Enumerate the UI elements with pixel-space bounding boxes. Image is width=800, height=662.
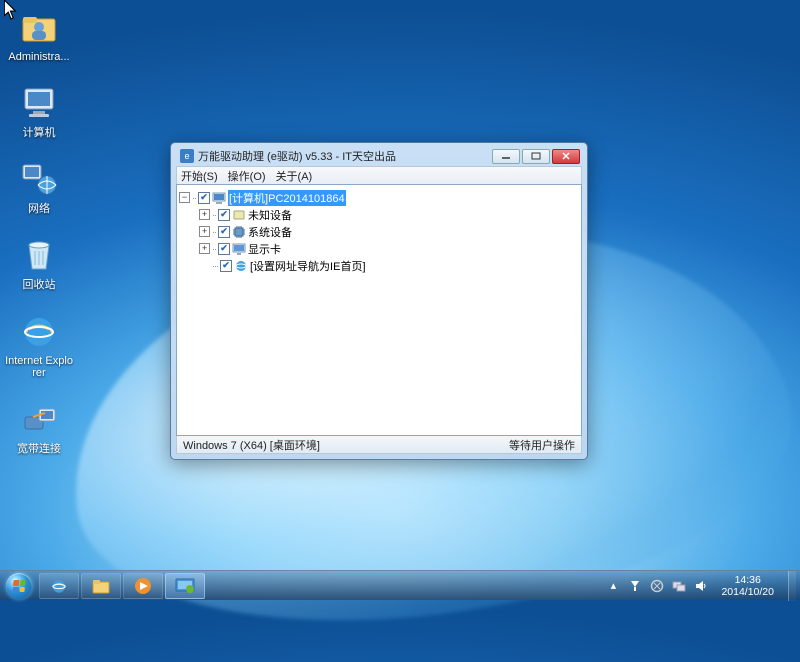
icon-label: 计算机 (2, 127, 76, 139)
tray-app-icon[interactable] (649, 578, 665, 594)
system-tray[interactable]: ▴ 14:36 2014/10/20 (601, 571, 800, 600)
clock-time: 14:36 (721, 574, 774, 586)
window-title: 万能驱动助理 (e驱动) v5.33 - IT天空出品 (198, 148, 488, 164)
chip-icon (232, 225, 246, 239)
taskbar-app-driver[interactable] (165, 573, 205, 599)
node-label[interactable]: 未知设备 (248, 207, 292, 223)
expand-toggle[interactable]: + (199, 243, 210, 254)
node-label[interactable]: 系统设备 (248, 224, 292, 240)
checkbox[interactable] (220, 260, 232, 272)
desktop-icon-broadband[interactable]: 宽带连接 (2, 398, 76, 455)
checkbox[interactable] (218, 243, 230, 255)
ie-small-icon (234, 259, 248, 273)
tray-action-center-icon[interactable] (627, 578, 643, 594)
network-icon (18, 158, 60, 200)
icon-label: Administra... (2, 51, 76, 63)
mouse-cursor (4, 0, 18, 20)
taskbar-pin-explorer[interactable] (81, 573, 121, 599)
checkbox[interactable] (218, 209, 230, 221)
desktop-icon-network[interactable]: 网络 (2, 158, 76, 215)
menu-about[interactable]: 关于(A) (276, 168, 313, 184)
broadband-icon (18, 398, 60, 440)
taskbar[interactable]: ▴ 14:36 2014/10/20 (0, 570, 800, 600)
desktop-icon-ie[interactable]: Internet Explorer (2, 310, 76, 379)
tray-show-hidden-icon[interactable]: ▴ (605, 578, 621, 594)
computer-small-icon (212, 191, 226, 205)
node-label[interactable]: [设置网址导航为IE首页] (250, 258, 366, 274)
clock-date: 2014/10/20 (721, 586, 774, 598)
recycle-bin-icon (18, 234, 60, 276)
expand-toggle[interactable]: + (199, 226, 210, 237)
app-window[interactable]: e 万能驱动助理 (e驱动) v5.33 - IT天空出品 开始(S) 操作(O… (170, 142, 588, 460)
checkbox[interactable] (218, 226, 230, 238)
computer-icon (18, 82, 60, 124)
titlebar[interactable]: e 万能驱动助理 (e驱动) v5.33 - IT天空出品 (176, 148, 582, 166)
taskbar-pin-mediaplayer[interactable] (123, 573, 163, 599)
ie-icon (18, 310, 60, 352)
icon-label: 宽带连接 (2, 443, 76, 455)
desktop-icon-recycle-bin[interactable]: 回收站 (2, 234, 76, 291)
tree-node-system[interactable]: +·· 系统设备 (179, 223, 579, 240)
tray-volume-icon[interactable] (693, 578, 709, 594)
status-left: Windows 7 (X64) [桌面环境] (183, 437, 320, 453)
tree-node-display[interactable]: +·· 显示卡 (179, 240, 579, 257)
tree-node-root[interactable]: −·· [计算机]PC2014101864 (179, 189, 579, 206)
minimize-button[interactable] (492, 149, 520, 164)
expand-toggle[interactable]: + (199, 209, 210, 220)
icon-label: 回收站 (2, 279, 76, 291)
user-folder-icon (18, 6, 60, 48)
tree-node-unknown[interactable]: +·· 未知设备 (179, 206, 579, 223)
tree-view[interactable]: −·· [计算机]PC2014101864 +·· 未知设备 +·· 系统设备 … (176, 184, 582, 436)
tree-node-homepage[interactable]: ··· [设置网址导航为IE首页] (179, 257, 579, 274)
collapse-toggle[interactable]: − (179, 192, 190, 203)
start-button[interactable] (0, 571, 38, 601)
start-orb-icon (6, 573, 32, 599)
node-label[interactable]: 显示卡 (248, 241, 281, 257)
statusbar: Windows 7 (X64) [桌面环境] 等待用户操作 (176, 436, 582, 454)
close-button[interactable] (552, 149, 580, 164)
menu-start[interactable]: 开始(S) (181, 168, 218, 184)
menu-ops[interactable]: 操作(O) (228, 168, 266, 184)
taskbar-clock[interactable]: 14:36 2014/10/20 (715, 572, 780, 600)
device-icon (232, 208, 246, 222)
desktop-icon-computer[interactable]: 计算机 (2, 82, 76, 139)
display-icon (232, 242, 246, 256)
icon-label: Internet Explorer (2, 355, 76, 379)
tray-network-icon[interactable] (671, 578, 687, 594)
node-label[interactable]: [计算机]PC2014101864 (228, 190, 346, 206)
checkbox[interactable] (198, 192, 210, 204)
taskbar-pin-ie[interactable] (39, 573, 79, 599)
status-right: 等待用户操作 (509, 437, 575, 453)
show-desktop-button[interactable] (788, 571, 796, 601)
icon-label: 网络 (2, 203, 76, 215)
app-icon: e (180, 149, 194, 163)
menubar: 开始(S) 操作(O) 关于(A) (176, 166, 582, 184)
maximize-button[interactable] (522, 149, 550, 164)
